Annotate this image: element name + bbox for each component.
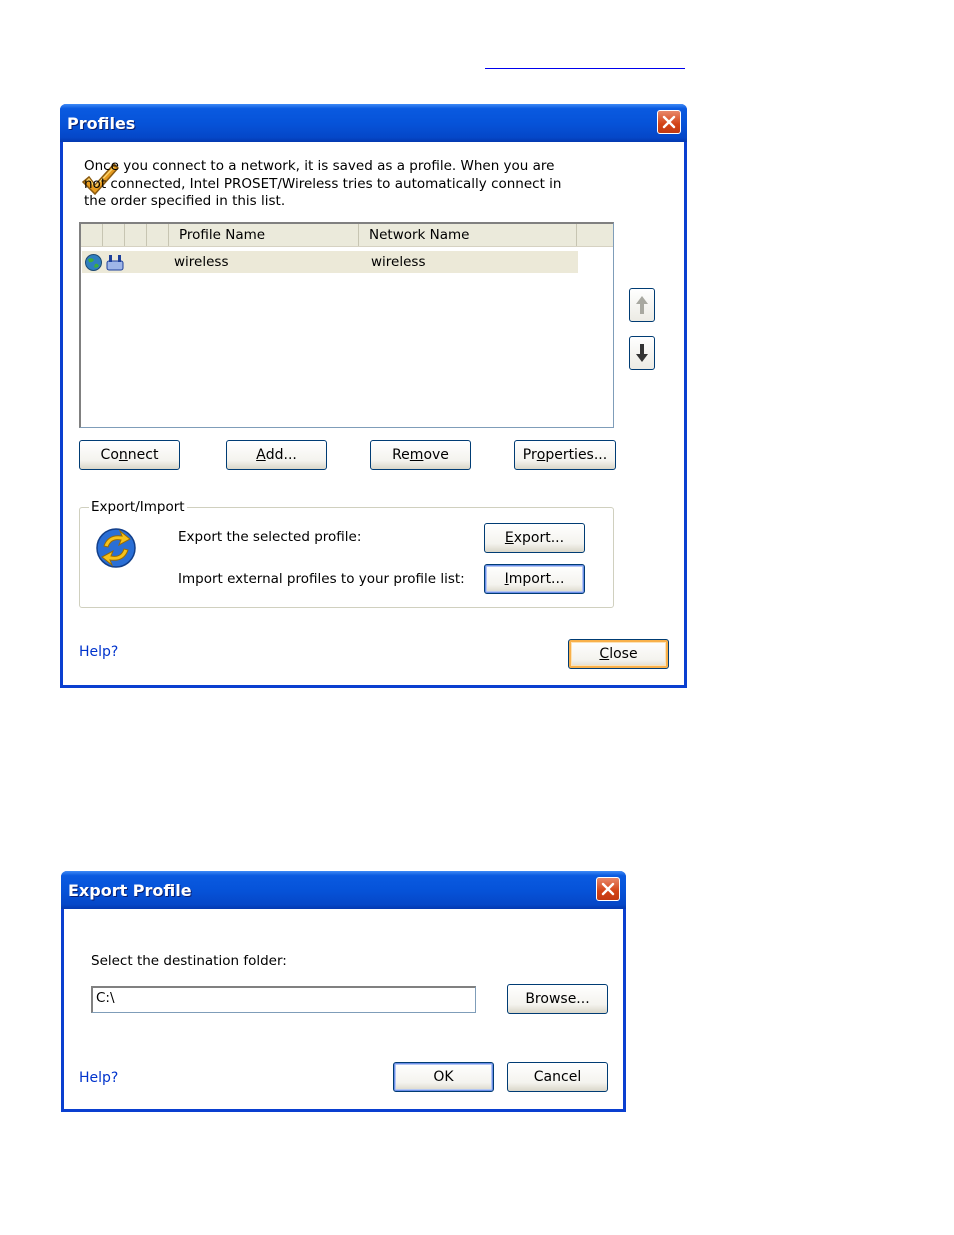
cell-network-name: wireless	[371, 254, 426, 270]
destination-prompt: Select the destination folder:	[91, 953, 287, 969]
browse-button[interactable]: Browse...	[507, 984, 608, 1014]
move-up-button[interactable]	[629, 288, 655, 322]
connect-label-accel: n	[118, 447, 128, 463]
export-close-x-button[interactable]	[596, 877, 620, 901]
properties-label-post: perties...	[545, 447, 608, 463]
export-help-link[interactable]: Help?	[79, 1070, 118, 1086]
profiles-title: Profiles	[67, 114, 136, 133]
properties-button[interactable]: Pr o perties...	[514, 440, 616, 470]
connect-button[interactable]: Co n nect	[79, 440, 180, 470]
remove-label-post: ove	[423, 447, 449, 463]
profiles-close-x-button[interactable]	[657, 110, 681, 134]
profiles-list[interactable]: Profile Name Network Name wireless wirel…	[79, 222, 614, 428]
export-button[interactable]: Export...	[484, 523, 585, 553]
remove-label-pre: Re	[392, 447, 410, 463]
column-header-profile-name[interactable]: Profile Name	[169, 224, 359, 246]
add-button[interactable]: Add...	[226, 440, 327, 470]
header-icon-col-3[interactable]	[125, 224, 147, 246]
globe-icon	[85, 254, 102, 278]
destination-folder-field[interactable]: C:\	[91, 986, 476, 1013]
column-header-network-name[interactable]: Network Name	[359, 224, 577, 246]
close-label-accel: C	[599, 646, 610, 662]
import-label-post: mport...	[508, 571, 565, 587]
table-row[interactable]: wireless wireless	[82, 251, 578, 273]
connect-label-pre: Co	[100, 447, 119, 463]
profiles-help-link[interactable]: Help?	[79, 644, 118, 660]
cell-profile-name: wireless	[174, 254, 229, 270]
move-down-button[interactable]	[629, 336, 655, 370]
properties-label-accel: o	[536, 447, 546, 463]
connect-label-post: nect	[127, 447, 159, 463]
add-label-accel: A	[256, 447, 266, 463]
close-label-post: lose	[609, 646, 638, 662]
cancel-button[interactable]: Cancel	[507, 1062, 608, 1092]
header-icon-col-4[interactable]	[147, 224, 169, 246]
export-title: Export Profile	[68, 881, 192, 900]
profiles-titlebar[interactable]: Profiles	[60, 104, 687, 142]
export-label-post: xport...	[513, 530, 565, 546]
header-icon-col-2[interactable]	[103, 224, 125, 246]
hyperlink-underline[interactable]	[485, 68, 685, 69]
export-import-group-title: Export/Import	[89, 499, 187, 515]
header-icon-col-1[interactable]	[81, 224, 103, 246]
remove-label-accel: m	[409, 447, 424, 463]
properties-label-pre: Pr	[522, 447, 537, 463]
close-button[interactable]: Close	[568, 639, 669, 669]
profiles-intro-text: Once you connect to a network, it is sav…	[84, 158, 562, 209]
import-label: Import external profiles to your profile…	[178, 571, 465, 587]
export-label: Export the selected profile:	[178, 529, 362, 545]
remove-button[interactable]: Re m ove	[370, 440, 471, 470]
add-label-post: dd...	[265, 447, 297, 463]
import-button[interactable]: Import...	[484, 564, 585, 594]
ok-button[interactable]: OK	[393, 1062, 494, 1092]
export-import-icon	[94, 526, 138, 573]
network-adapter-icon	[106, 254, 124, 278]
export-titlebar[interactable]: Export Profile	[61, 871, 626, 909]
list-header: Profile Name Network Name	[81, 224, 613, 247]
export-label-accel: E	[504, 530, 514, 546]
